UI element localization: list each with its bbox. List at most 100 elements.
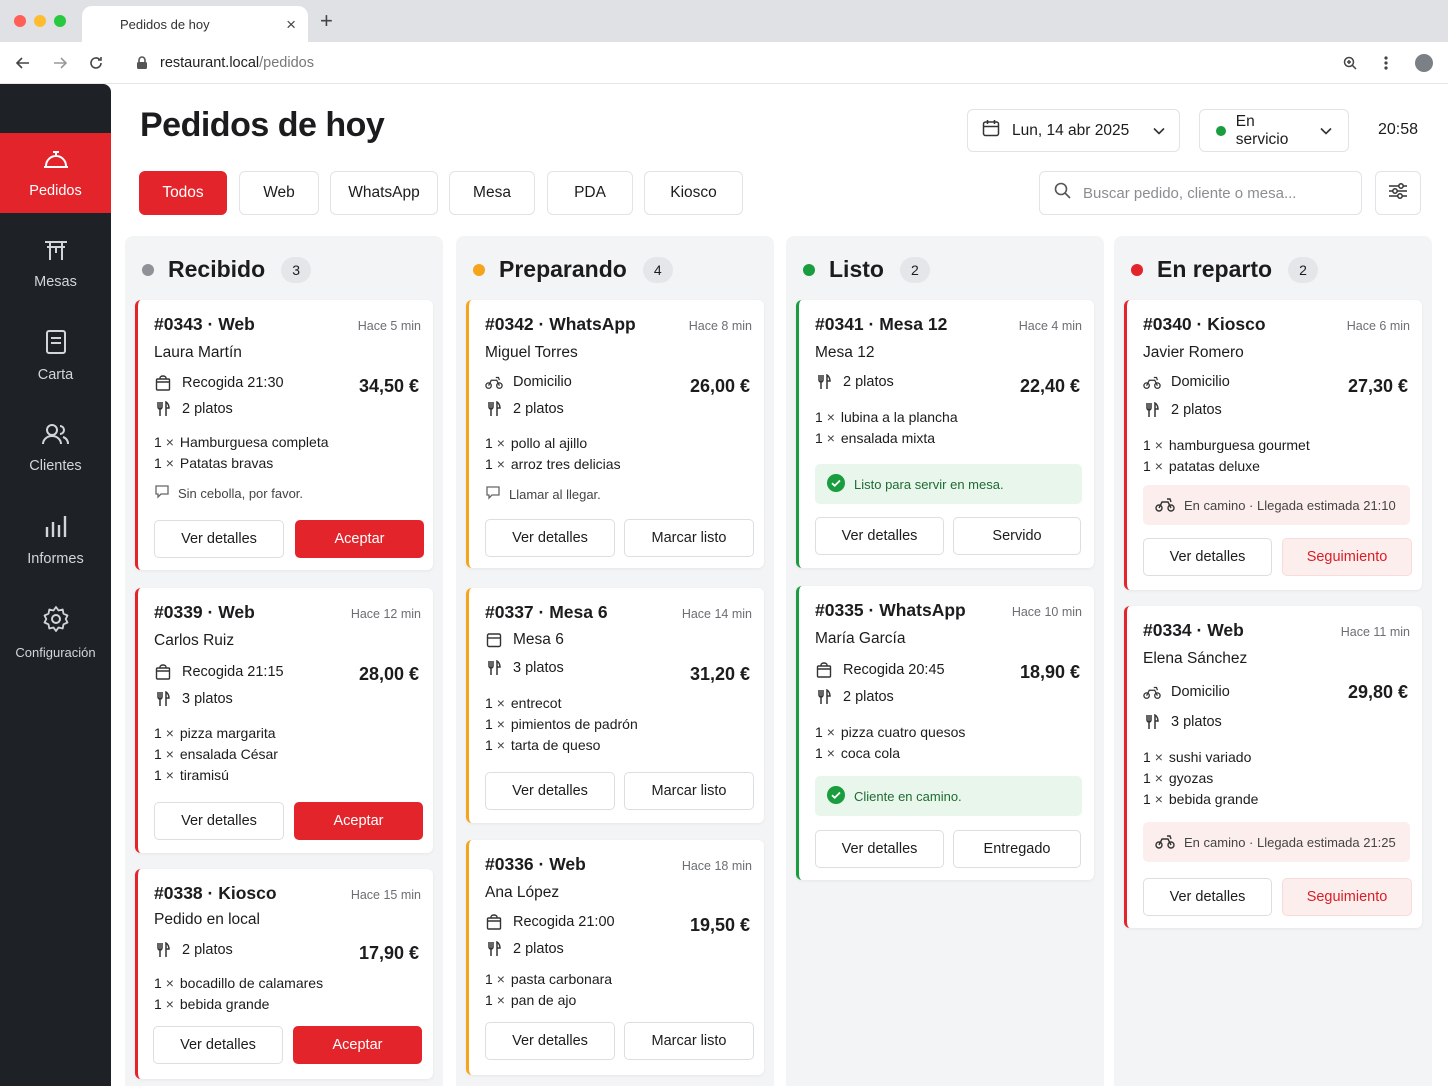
- view-details-button[interactable]: Ver detalles: [485, 519, 615, 557]
- column-recibido: Recibido 3 #0343 · Web Hace 5 min Laura M…: [125, 236, 443, 1086]
- column-header: Recibido 3: [142, 256, 312, 283]
- order-card[interactable]: #0337 · Mesa 6 Hace 14 min 31,20 € Mesa 6…: [466, 588, 764, 823]
- users-icon: [41, 422, 70, 450]
- status-banner: Listo para servir en mesa.: [815, 464, 1082, 504]
- view-details-button[interactable]: Ver detalles: [485, 772, 615, 810]
- mark-ready-button[interactable]: Marcar listo: [624, 772, 754, 810]
- close-window-button[interactable]: [14, 15, 26, 27]
- served-button[interactable]: Servido: [953, 517, 1081, 555]
- dish-count: 3 platos: [1171, 714, 1222, 730]
- order-id: #0343 · Web: [154, 314, 255, 334]
- pickup-time: Recogida 21:15: [182, 664, 284, 680]
- tracking-button[interactable]: Seguimiento: [1282, 538, 1412, 576]
- customer-name: María García: [815, 630, 906, 647]
- column-status-dot: [142, 263, 154, 276]
- column-listo: Listo 2 #0341 · Mesa 12 Hace 4 min Mesa 1…: [786, 236, 1104, 1086]
- browser-tab[interactable]: Pedidos de hoy ×: [82, 6, 308, 42]
- reload-icon[interactable]: [86, 53, 106, 73]
- order-id: #0338 · Kiosco: [154, 883, 277, 903]
- filter-settings-button[interactable]: [1375, 171, 1421, 215]
- mark-ready-button[interactable]: Marcar listo: [624, 519, 754, 557]
- filter-mesa[interactable]: Mesa: [449, 171, 535, 215]
- accept-button[interactable]: Aceptar: [293, 1026, 422, 1064]
- order-time: Hace 15 min: [350, 888, 421, 902]
- customer-name: Carlos Ruiz: [154, 632, 235, 649]
- close-tab-icon[interactable]: ×: [286, 16, 296, 33]
- sidebar-item-mesas[interactable]: Mesas: [0, 224, 111, 304]
- order-time: Hace 4 min: [1018, 319, 1082, 333]
- accept-button[interactable]: Aceptar: [295, 520, 424, 558]
- date-picker[interactable]: Lun, 14 abr 2025: [967, 109, 1180, 152]
- dish-count: 2 platos: [843, 689, 894, 705]
- order-item: 1 × arroz tres delicias: [485, 456, 621, 472]
- view-details-button[interactable]: Ver detalles: [153, 1026, 283, 1064]
- new-tab-icon[interactable]: +: [320, 10, 333, 32]
- maximize-window-button[interactable]: [54, 15, 66, 27]
- order-time: Hace 18 min: [681, 859, 752, 873]
- order-card[interactable]: #0343 · Web Hace 5 min Laura Martín 34,50…: [135, 300, 433, 570]
- order-card[interactable]: #0341 · Mesa 12 Hace 4 min Mesa 12 22,40 …: [796, 300, 1094, 568]
- accept-button[interactable]: Aceptar: [294, 802, 423, 840]
- forward-icon[interactable]: [50, 53, 70, 73]
- cutlery-icon: [485, 660, 503, 676]
- order-card[interactable]: #0335 · WhatsApp Hace 10 min María García…: [796, 586, 1094, 880]
- sidebar-item-clientes[interactable]: Clientes: [0, 408, 111, 488]
- view-details-button[interactable]: Ver detalles: [815, 517, 944, 555]
- order-items: 1 × pollo al ajillo 1 × arroz tres delicia…: [485, 433, 621, 475]
- customer-name: Ana López: [485, 884, 560, 901]
- order-card[interactable]: #0339 · Web Hace 12 min Carlos Ruiz 28,00…: [135, 588, 433, 853]
- order-price: 22,40 €: [1019, 376, 1080, 396]
- view-details-button[interactable]: Ver detalles: [154, 802, 284, 840]
- view-details-button[interactable]: Ver detalles: [815, 830, 944, 868]
- pickup-time: Recogida 21:00: [513, 914, 615, 930]
- filter-pda[interactable]: PDA: [547, 171, 633, 215]
- browser-menu-icon[interactable]: [1376, 53, 1396, 73]
- filter-todos[interactable]: Todos: [139, 171, 227, 215]
- zoom-icon[interactable]: [1340, 53, 1360, 73]
- gear-icon: [42, 605, 70, 637]
- sidebar-item-pedidos[interactable]: Pedidos: [0, 133, 111, 213]
- service-status-dropdown[interactable]: En servicio: [1199, 109, 1349, 152]
- scooter-icon: [1143, 684, 1161, 700]
- order-card[interactable]: #0342 · WhatsApp Hace 8 min Miguel Torres…: [466, 300, 764, 568]
- cutlery-icon: [815, 689, 833, 705]
- order-card[interactable]: #0340 · Kiosco Hace 6 min Javier Romero 2…: [1124, 300, 1422, 590]
- filter-kiosco[interactable]: Kiosco: [644, 171, 743, 215]
- search-input[interactable]: [1083, 184, 1343, 202]
- view-details-button[interactable]: Ver detalles: [154, 520, 284, 558]
- customer-name: Elena Sánchez: [1143, 650, 1248, 667]
- customer-name: Laura Martín: [154, 344, 242, 361]
- order-item: 1 × pizza cuatro quesos: [815, 724, 966, 740]
- order-item: 1 × pasta carbonara: [485, 971, 613, 987]
- comment-icon: [485, 485, 501, 503]
- url-field[interactable]: restaurant.local/pedidos: [122, 48, 1372, 78]
- column-status-dot: [803, 263, 815, 276]
- customer-name: Miguel Torres: [485, 344, 578, 361]
- chevron-down-icon: [1153, 127, 1165, 135]
- sidebar-item-carta[interactable]: Carta: [0, 316, 111, 396]
- delivered-button[interactable]: Entregado: [953, 830, 1081, 868]
- order-card[interactable]: #0334 · Web Hace 11 min Elena Sánchez 29,…: [1124, 606, 1422, 928]
- view-details-button[interactable]: Ver detalles: [1143, 538, 1272, 576]
- scooter-icon: [1155, 833, 1175, 852]
- order-card[interactable]: #0336 · Web Hace 18 min Ana López 19,50 €…: [466, 840, 764, 1075]
- mark-ready-button[interactable]: Marcar listo: [624, 1022, 754, 1060]
- order-item: 1 × lubina a la plancha: [815, 409, 958, 425]
- view-details-button[interactable]: Ver detalles: [1143, 878, 1272, 916]
- minimize-window-button[interactable]: [34, 15, 46, 27]
- customer-name: Mesa 12: [815, 344, 875, 361]
- back-icon[interactable]: [13, 53, 33, 73]
- filter-web[interactable]: Web: [239, 171, 319, 215]
- order-item: 1 × pan de ajo: [485, 992, 577, 1008]
- banner-text: Cliente en camino.: [854, 788, 962, 804]
- order-items: 1 × pasta carbonara 1 × pan de ajo: [485, 969, 612, 1011]
- sidebar-item-informes[interactable]: Informes: [0, 500, 111, 580]
- filter-whatsapp[interactable]: WhatsApp: [330, 171, 438, 215]
- tracking-button[interactable]: Seguimiento: [1282, 878, 1412, 916]
- service-status-value: En servicio: [1235, 112, 1289, 148]
- sidebar-item-configuracion[interactable]: Configuración: [0, 592, 111, 672]
- status-banner: Cliente en camino.: [815, 776, 1082, 816]
- order-card[interactable]: #0338 · Kiosco Hace 15 min Pedido en loca…: [135, 869, 433, 1079]
- view-details-button[interactable]: Ver detalles: [485, 1022, 615, 1060]
- profile-avatar[interactable]: [1415, 54, 1433, 72]
